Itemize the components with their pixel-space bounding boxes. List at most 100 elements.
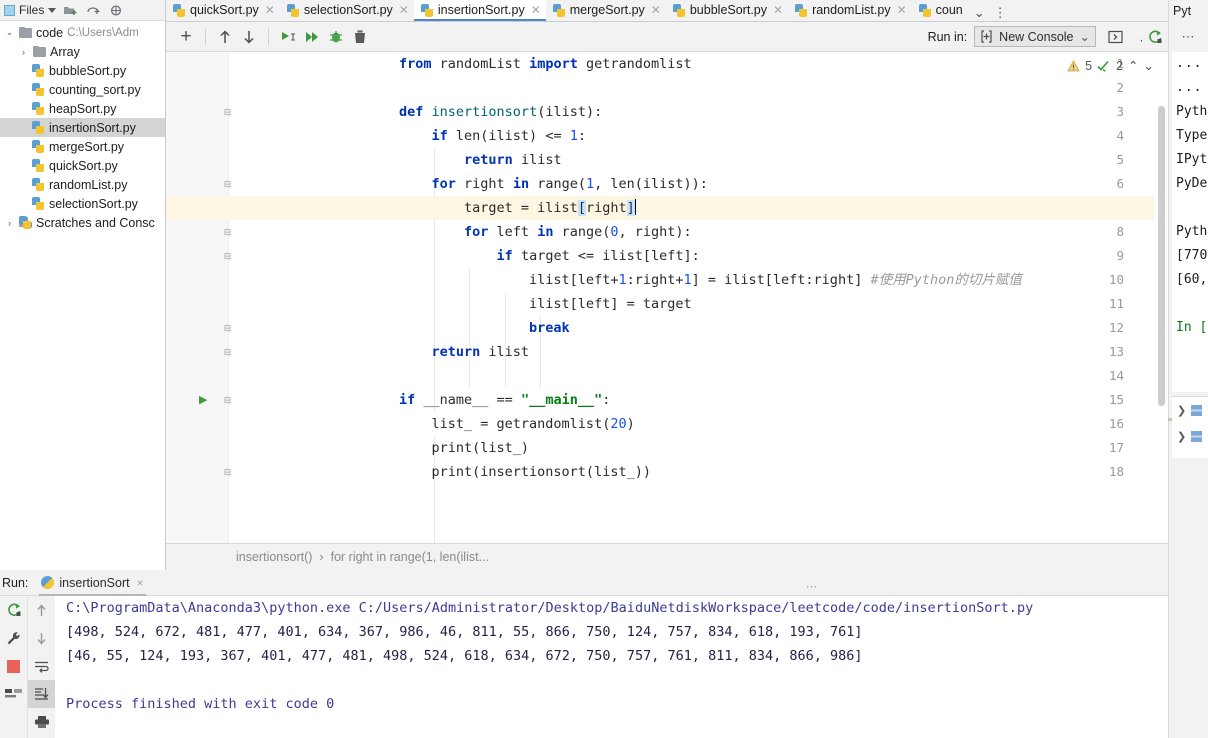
rerun-icon[interactable] xyxy=(0,596,27,624)
python-console-tab[interactable]: Pyt xyxy=(1168,0,1208,22)
run-configuration-tab[interactable]: insertionSort × xyxy=(36,570,148,596)
editor-tab-mergesort[interactable]: mergeSort.py ✕ xyxy=(546,0,666,21)
tree-item-array[interactable]: › Array xyxy=(0,42,165,61)
scratches-icon xyxy=(19,216,32,229)
editor-scrollbar[interactable] xyxy=(1154,52,1168,543)
soft-wrap-icon[interactable] xyxy=(28,652,55,680)
chevron-right-icon[interactable]: ❯ xyxy=(1177,430,1186,443)
editor-tab-label: mergeSort.py xyxy=(570,3,645,17)
resize-handle-icon[interactable]: ⋯ xyxy=(806,580,817,593)
close-icon[interactable]: × xyxy=(137,576,144,590)
chevron-right-icon[interactable]: ❯ xyxy=(1177,404,1186,417)
tree-item-mergesort[interactable]: mergeSort.py xyxy=(0,137,165,156)
console-line: ... xyxy=(1172,52,1208,76)
editor-tab-counting[interactable]: coun xyxy=(912,0,968,21)
console-line: Type xyxy=(1172,124,1208,148)
project-file-tree[interactable]: ⌄ code C:\Users\Adm › Array bubbleSort.p… xyxy=(0,21,165,232)
special-variables-row[interactable]: ❯ xyxy=(1172,397,1208,423)
inspection-widget[interactable]: 5 2 ⌃ ⌄ xyxy=(1067,58,1154,73)
console-line: [770 xyxy=(1172,244,1208,268)
chevron-down-icon[interactable] xyxy=(48,8,56,13)
delete-icon[interactable] xyxy=(348,25,372,49)
project-view-icon xyxy=(4,5,15,16)
code-line-12: break xyxy=(166,316,1168,340)
console-line: Pyth xyxy=(1172,220,1208,244)
close-icon[interactable]: ✕ xyxy=(651,3,661,17)
editor-tab-bubblesort[interactable]: bubbleSort.py ✕ xyxy=(666,0,788,21)
breadcrumb[interactable]: insertionsort() › for right in range(1, … xyxy=(166,543,1168,569)
python-file-icon xyxy=(32,140,45,153)
tree-item-insertionsort[interactable]: insertionSort.py xyxy=(0,118,165,137)
close-icon[interactable]: ✕ xyxy=(265,3,275,17)
more-options-icon[interactable]: ⋯ xyxy=(1182,29,1195,45)
move-up-icon[interactable] xyxy=(213,25,237,49)
editor-tab-randomlist[interactable]: randomList.py ✕ xyxy=(788,0,912,21)
close-icon[interactable]: ✕ xyxy=(773,3,783,17)
project-view-selector[interactable]: Files xyxy=(4,3,56,17)
tree-item-label: quickSort.py xyxy=(49,159,118,173)
run-tab-label: insertionSort xyxy=(59,576,129,590)
previous-problem-icon[interactable]: ⌃ xyxy=(1128,58,1138,73)
tree-item-selectionsort[interactable]: selectionSort.py xyxy=(0,194,165,213)
chevron-right-icon[interactable]: › xyxy=(4,218,15,228)
new-folder-icon[interactable] xyxy=(62,2,79,19)
close-icon[interactable]: ✕ xyxy=(399,3,409,17)
tree-item-randomlist[interactable]: randomList.py xyxy=(0,175,165,194)
chevron-down-icon[interactable]: ⌄ xyxy=(1080,29,1090,44)
wrench-icon[interactable] xyxy=(0,624,27,652)
expand-console-icon[interactable] xyxy=(1103,25,1127,49)
locate-file-icon[interactable] xyxy=(108,2,125,19)
console-variables-panel[interactable]: ❯ ❯ xyxy=(1172,396,1208,458)
scroll-to-end-icon[interactable] xyxy=(28,680,55,708)
tree-item-quicksort[interactable]: quickSort.py xyxy=(0,156,165,175)
tree-item-counting-sort[interactable]: counting_sort.py xyxy=(0,80,165,99)
divider xyxy=(268,28,269,45)
print-icon[interactable] xyxy=(28,708,55,736)
tree-item-label: counting_sort.py xyxy=(49,83,141,97)
move-down-icon[interactable] xyxy=(237,25,261,49)
editor-tab-bar: quickSort.py ✕ selectionSort.py ✕ insert… xyxy=(166,0,1208,22)
collapse-all-icon[interactable] xyxy=(85,2,102,19)
code-line-15: if __name__ == "__main__": xyxy=(166,388,1168,412)
layout-icon[interactable] xyxy=(0,680,27,708)
breadcrumb-item-function[interactable]: insertionsort() xyxy=(236,550,312,564)
close-icon[interactable]: ✕ xyxy=(531,3,541,17)
tab-options-icon[interactable]: ⋮ xyxy=(994,5,1007,21)
tree-item-heapsort[interactable]: heapSort.py xyxy=(0,99,165,118)
chevron-right-icon[interactable]: › xyxy=(18,47,29,57)
scrollbar-thumb[interactable] xyxy=(1158,106,1165,406)
editor-tab-quicksort[interactable]: quickSort.py ✕ xyxy=(166,0,280,21)
scroll-up-icon[interactable] xyxy=(28,596,55,624)
code-line-5: return ilist xyxy=(166,148,1168,172)
code-editor[interactable]: 1 2 3 4 5 6 7 8 9 10 11 12 13 14 15 16 1… xyxy=(166,52,1168,543)
console-line: [60, xyxy=(1172,268,1208,292)
next-problem-icon[interactable]: ⌄ xyxy=(1144,58,1154,73)
chevron-down-icon[interactable]: ⌄ xyxy=(4,27,15,38)
python-console-output[interactable]: ... ... Pyth Type IPyt PyDe Pyth [770 [6… xyxy=(1172,52,1208,392)
stop-icon[interactable] xyxy=(0,652,27,680)
tab-overflow-controls: ⌄ ⋮ xyxy=(968,5,1013,21)
run-in-label: Run in: xyxy=(928,30,968,44)
tree-item-label: Scratches and Consc xyxy=(36,216,155,230)
close-icon[interactable]: ✕ xyxy=(897,3,907,17)
editor-tab-insertionsort[interactable]: insertionSort.py ✕ xyxy=(414,0,546,21)
code-line-8: for left in range(0, right): xyxy=(166,220,1168,244)
breadcrumb-item-loop[interactable]: for right in range(1, len(ilist... xyxy=(331,550,489,564)
debug-icon[interactable] xyxy=(324,25,348,49)
run-with-console-icon[interactable] xyxy=(276,25,300,49)
run-all-icon[interactable] xyxy=(300,25,324,49)
tree-item-bubblesort[interactable]: bubbleSort.py xyxy=(0,61,165,80)
editor-tab-selectionsort[interactable]: selectionSort.py ✕ xyxy=(280,0,414,21)
console-line: ... xyxy=(1172,76,1208,100)
chevron-down-icon[interactable]: ⌄ xyxy=(974,5,985,21)
rerun-button[interactable] xyxy=(1142,22,1168,52)
console-select-value: New Console xyxy=(999,30,1073,44)
run-console-output[interactable]: C:\ProgramData\Anaconda3\python.exe C:/U… xyxy=(56,596,1168,738)
console-select[interactable]: New Console ⌄ xyxy=(974,26,1096,47)
scroll-down-icon[interactable] xyxy=(28,624,55,652)
add-icon[interactable]: + xyxy=(174,25,198,49)
tree-item-scratches[interactable]: › Scratches and Consc xyxy=(0,213,165,232)
list-variable-row[interactable]: ❯ xyxy=(1172,423,1208,449)
code-text[interactable]: from randomList import getrandomlist def… xyxy=(166,52,1168,543)
tree-root-code[interactable]: ⌄ code C:\Users\Adm xyxy=(0,23,165,42)
